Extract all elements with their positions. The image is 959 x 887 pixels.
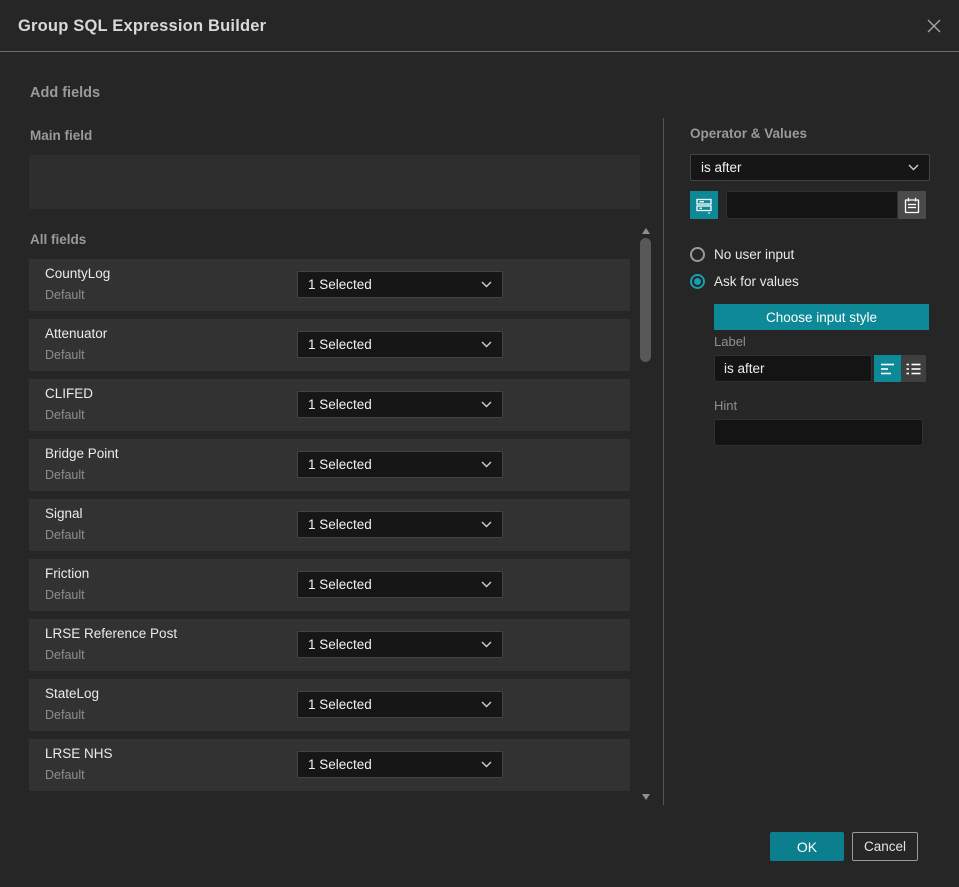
- choose-input-style-button[interactable]: Choose input style: [714, 304, 929, 330]
- field-subtitle: Default: [45, 348, 85, 362]
- field-row: LRSE Reference Post Default 1 Selected: [29, 619, 630, 671]
- field-name: StateLog: [45, 686, 100, 701]
- radio-ask-for-values-label: Ask for values: [714, 273, 799, 289]
- operator-values-heading: Operator & Values: [690, 126, 808, 141]
- value-source-icon: [695, 196, 713, 214]
- hint-field-label: Hint: [714, 398, 738, 413]
- field-subtitle: Default: [45, 528, 85, 542]
- chevron-down-icon: [473, 701, 492, 708]
- field-subtitle: Default: [45, 468, 85, 482]
- chevron-down-icon: [473, 761, 492, 768]
- add-fields-heading: Add fields: [30, 85, 101, 101]
- selected-count-label: 1 Selected: [308, 397, 372, 412]
- selected-count-label: 1 Selected: [308, 697, 372, 712]
- field-name: Friction: [45, 566, 90, 581]
- field-subtitle: Default: [45, 588, 85, 602]
- list-style-toggle[interactable]: [901, 355, 926, 382]
- chevron-down-icon: [473, 521, 492, 528]
- field-row: Friction Default 1 Selected: [29, 559, 630, 611]
- selected-count-label: 1 Selected: [308, 577, 372, 592]
- hint-field-input[interactable]: [714, 419, 923, 446]
- field-name: LRSE NHS: [45, 746, 113, 761]
- field-name: LRSE Reference Post: [45, 626, 178, 641]
- field-subtitle: Default: [45, 708, 85, 722]
- operator-select[interactable]: is after: [690, 154, 930, 181]
- chevron-down-icon: [473, 401, 492, 408]
- selected-count-label: 1 Selected: [308, 637, 372, 652]
- radio-checked-icon: [690, 273, 705, 289]
- single-value-style-toggle[interactable]: [874, 355, 901, 382]
- field-row: Attenuator Default 1 Selected: [29, 319, 630, 371]
- selected-count-label: 1 Selected: [308, 517, 372, 532]
- date-value-input[interactable]: [726, 191, 898, 219]
- dialog-titlebar: Group SQL Expression Builder: [0, 0, 959, 52]
- calendar-icon: [904, 197, 920, 214]
- field-values-select[interactable]: 1 Selected: [297, 691, 503, 718]
- field-name: Bridge Point: [45, 446, 119, 461]
- field-values-select[interactable]: 1 Selected: [297, 331, 503, 358]
- radio-no-user-input-label: No user input: [714, 246, 795, 262]
- field-subtitle: Default: [45, 648, 85, 662]
- field-values-select[interactable]: 1 Selected: [297, 271, 503, 298]
- cancel-button[interactable]: Cancel: [852, 832, 918, 861]
- bulleted-list-icon: [906, 362, 921, 376]
- field-values-select[interactable]: 1 Selected: [297, 451, 503, 478]
- chevron-down-icon: [473, 581, 492, 588]
- field-values-select[interactable]: 1 Selected: [297, 631, 503, 658]
- main-field-label: Main field: [30, 128, 93, 143]
- field-row: CLIFED Default 1 Selected: [29, 379, 630, 431]
- all-fields-label: All fields: [30, 232, 87, 247]
- close-button[interactable]: [919, 11, 949, 41]
- selected-count-label: 1 Selected: [308, 337, 372, 352]
- all-fields-scrollbar[interactable]: [638, 226, 654, 802]
- field-row: Bridge Point Default 1 Selected: [29, 439, 630, 491]
- align-left-icon: [880, 362, 896, 376]
- selected-count-label: 1 Selected: [308, 277, 372, 292]
- field-subtitle: Default: [45, 288, 85, 302]
- radio-no-user-input[interactable]: No user input: [690, 246, 794, 262]
- chevron-down-icon: [473, 281, 492, 288]
- label-field-input[interactable]: [714, 355, 872, 382]
- field-values-select[interactable]: 1 Selected: [297, 511, 503, 538]
- column-divider: [663, 118, 664, 805]
- scrollbar-thumb[interactable]: [640, 238, 651, 362]
- field-name: Signal: [45, 506, 83, 521]
- chevron-down-icon: [473, 641, 492, 648]
- selected-count-label: 1 Selected: [308, 757, 372, 772]
- field-name: CLIFED: [45, 386, 94, 401]
- ok-button[interactable]: OK: [770, 832, 844, 861]
- scroll-down-arrow[interactable]: [642, 794, 650, 800]
- chevron-down-icon: [473, 461, 492, 468]
- radio-unchecked-icon: [690, 246, 705, 262]
- field-name: Attenuator: [45, 326, 108, 341]
- date-picker-button[interactable]: [898, 191, 926, 219]
- close-icon: [925, 17, 943, 35]
- chevron-down-icon: [473, 341, 492, 348]
- field-values-select[interactable]: 1 Selected: [297, 751, 503, 778]
- field-row: StateLog Default 1 Selected: [29, 679, 630, 731]
- label-field-label: Label: [714, 334, 746, 349]
- field-row: CountyLog Default 1 Selected: [29, 259, 630, 311]
- field-values-select[interactable]: 1 Selected: [297, 571, 503, 598]
- chevron-down-icon: [900, 164, 919, 171]
- value-source-button[interactable]: [690, 191, 718, 219]
- field-name: CountyLog: [45, 266, 111, 281]
- scroll-up-arrow[interactable]: [642, 228, 650, 234]
- field-subtitle: Default: [45, 768, 85, 782]
- field-row: Signal Default 1 Selected: [29, 499, 630, 551]
- field-subtitle: Default: [45, 408, 85, 422]
- field-values-select[interactable]: 1 Selected: [297, 391, 503, 418]
- field-row: LRSE NHS Default 1 Selected: [29, 739, 630, 791]
- operator-select-value: is after: [701, 160, 742, 175]
- dialog-title: Group SQL Expression Builder: [18, 17, 267, 35]
- main-field-panel: CountyLog | Default To Date: [29, 155, 640, 350]
- selected-count-label: 1 Selected: [308, 457, 372, 472]
- radio-ask-for-values[interactable]: Ask for values: [690, 273, 799, 289]
